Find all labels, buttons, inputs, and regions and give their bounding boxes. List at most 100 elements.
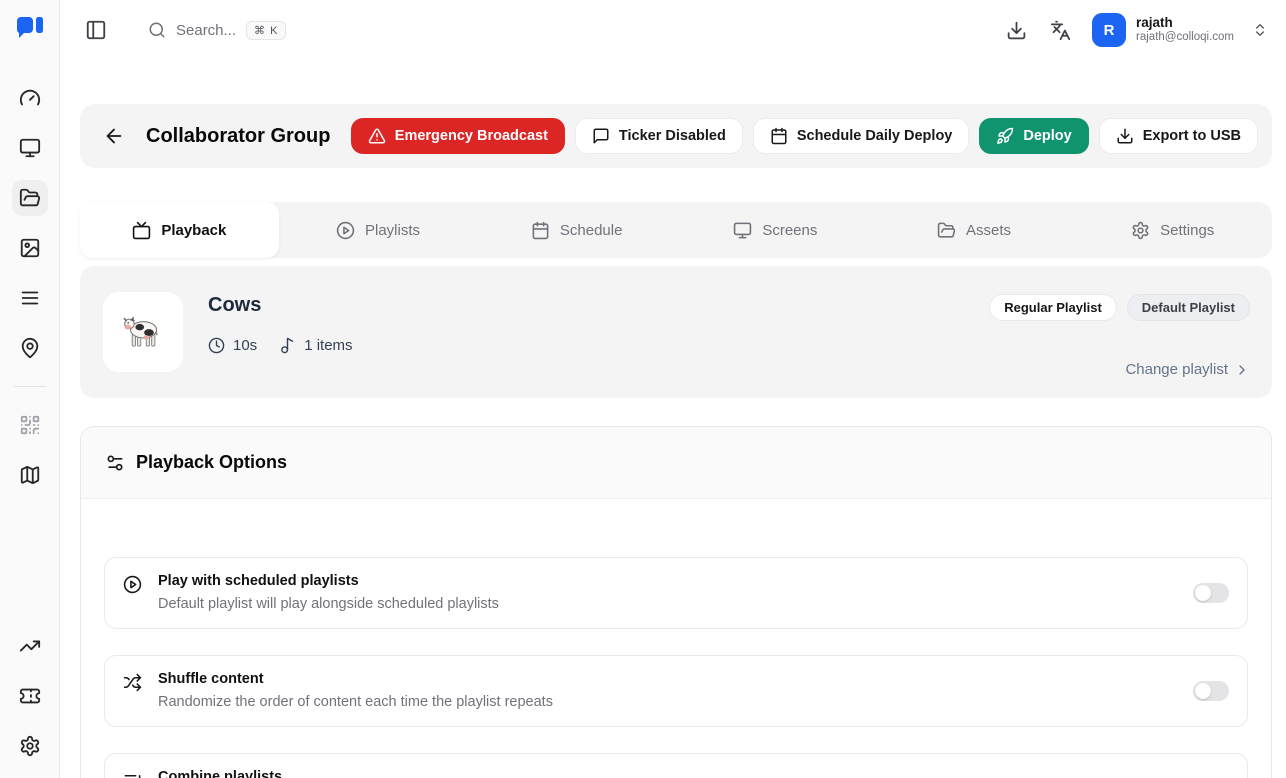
option-play-with-scheduled: Play with scheduled playlists Default pl… [104, 557, 1248, 629]
alert-triangle-icon [368, 127, 386, 145]
default-playlist-badge: Default Playlist [1127, 294, 1250, 321]
clock-icon [208, 337, 225, 354]
gear-icon [1131, 221, 1150, 240]
schedule-daily-deploy-button[interactable]: Schedule Daily Deploy [753, 118, 970, 154]
rocket-icon [996, 127, 1014, 145]
sidebar [0, 0, 60, 778]
option-description: Randomize the order of content each time… [158, 694, 553, 710]
cow-image [117, 306, 169, 358]
combine-list-icon [123, 771, 142, 778]
sliders-icon [105, 453, 125, 473]
page-title: Collaborator Group [146, 125, 330, 148]
change-playlist-link[interactable]: Change playlist [1125, 361, 1250, 378]
tab-bar: Playback Playlists Schedule Screens Asse… [80, 202, 1272, 258]
avatar: R [1092, 13, 1126, 47]
sidebar-item-settings[interactable] [12, 728, 48, 764]
option-shuffle-content: Shuffle content Randomize the order of c… [104, 655, 1248, 727]
tv-icon [132, 221, 151, 240]
tab-playlists[interactable]: Playlists [279, 202, 478, 258]
music-note-icon [279, 337, 296, 354]
search-shortcut-badge: ⌘ K [246, 21, 286, 40]
user-name: rajath [1136, 15, 1234, 31]
sidebar-item-screens[interactable] [12, 130, 48, 166]
main-content: Collaborator Group Emergency Broadcast T… [60, 60, 1286, 778]
sidebar-item-media[interactable] [12, 230, 48, 266]
user-email: rajath@colloqi.com [1136, 31, 1234, 45]
play-with-scheduled-toggle[interactable] [1193, 583, 1229, 603]
option-description: Default playlist will play alongside sch… [158, 596, 499, 612]
app-window: Search... ⌘ K R rajath rajath@colloqi.co… [0, 0, 1286, 778]
shuffle-content-toggle[interactable] [1193, 681, 1229, 701]
playlist-duration-value: 10s [233, 337, 257, 354]
sidebar-item-pairing[interactable] [12, 407, 48, 443]
page-header: Collaborator Group Emergency Broadcast T… [80, 104, 1272, 168]
tab-screens[interactable]: Screens [676, 202, 875, 258]
tab-playback-label: Playback [161, 222, 226, 239]
chevron-right-icon [1234, 362, 1250, 378]
tab-settings-label: Settings [1160, 222, 1214, 239]
account-menu[interactable]: R rajath rajath@colloqi.com [1088, 11, 1272, 49]
gauge-icon [19, 87, 41, 109]
tab-settings[interactable]: Settings [1073, 202, 1272, 258]
schedule-daily-deploy-label: Schedule Daily Deploy [797, 128, 953, 144]
tab-schedule-label: Schedule [560, 222, 623, 239]
ticket-icon [19, 685, 41, 707]
sidebar-item-licenses[interactable] [12, 678, 48, 714]
calendar-icon [770, 127, 788, 145]
sidebar-item-groups[interactable] [12, 180, 48, 216]
sidebar-divider [14, 386, 46, 387]
tab-assets[interactable]: Assets [875, 202, 1074, 258]
map-pin-icon [19, 337, 41, 359]
export-download-icon [1116, 127, 1134, 145]
playback-options-section: Playback Options Play with scheduled pla… [80, 426, 1272, 778]
search-placeholder: Search... [176, 22, 236, 39]
playlist-thumbnail [103, 292, 183, 372]
app-logo[interactable] [0, 0, 59, 60]
option-title: Shuffle content [158, 671, 553, 687]
tab-playlists-label: Playlists [365, 222, 420, 239]
map-icon [19, 464, 41, 486]
toggle-knob [1195, 683, 1211, 699]
export-usb-label: Export to USB [1143, 128, 1241, 144]
current-playlist-card: Cows 10s 1 items Regular Playlist [80, 266, 1272, 398]
monitor-icon [733, 221, 752, 240]
sidebar-item-locations[interactable] [12, 330, 48, 366]
folder-open-icon [19, 187, 41, 209]
panel-left-icon [85, 19, 107, 41]
translate-icon [1050, 20, 1071, 41]
circle-play-icon [123, 575, 142, 594]
emergency-broadcast-button[interactable]: Emergency Broadcast [351, 118, 565, 154]
playback-options-title: Playback Options [136, 452, 287, 473]
tab-screens-label: Screens [762, 222, 817, 239]
search-input[interactable]: Search... ⌘ K [148, 21, 286, 40]
tab-playback[interactable]: Playback [80, 202, 279, 258]
sidebar-item-analytics[interactable] [12, 628, 48, 664]
export-usb-button[interactable]: Export to USB [1099, 118, 1258, 154]
download-icon [1006, 20, 1027, 41]
regular-playlist-badge: Regular Playlist [989, 294, 1117, 321]
sidebar-item-dashboard[interactable] [12, 80, 48, 116]
search-icon [148, 21, 166, 39]
ticker-disabled-button[interactable]: Ticker Disabled [575, 118, 743, 154]
deploy-label: Deploy [1023, 128, 1071, 144]
sidebar-item-maps[interactable] [12, 457, 48, 493]
download-button[interactable] [1000, 14, 1032, 46]
playback-options-header: Playback Options [81, 427, 1271, 499]
image-icon [19, 237, 41, 259]
playlist-title: Cows [208, 294, 353, 317]
sidebar-toggle-button[interactable] [80, 14, 112, 46]
message-square-icon [592, 127, 610, 145]
deploy-button[interactable]: Deploy [979, 118, 1088, 154]
calendar-icon [531, 221, 550, 240]
sidebar-item-playlists[interactable] [12, 280, 48, 316]
language-button[interactable] [1044, 14, 1076, 46]
gear-icon [19, 735, 41, 757]
option-combine-playlists: Combine playlists [104, 753, 1248, 778]
shuffle-icon [123, 673, 142, 692]
chevrons-up-down-icon [1252, 22, 1268, 38]
back-button[interactable] [98, 120, 130, 152]
pi-logo-icon [15, 17, 45, 43]
tab-schedule[interactable]: Schedule [477, 202, 676, 258]
monitor-icon [19, 137, 41, 159]
arrow-left-icon [103, 125, 125, 147]
